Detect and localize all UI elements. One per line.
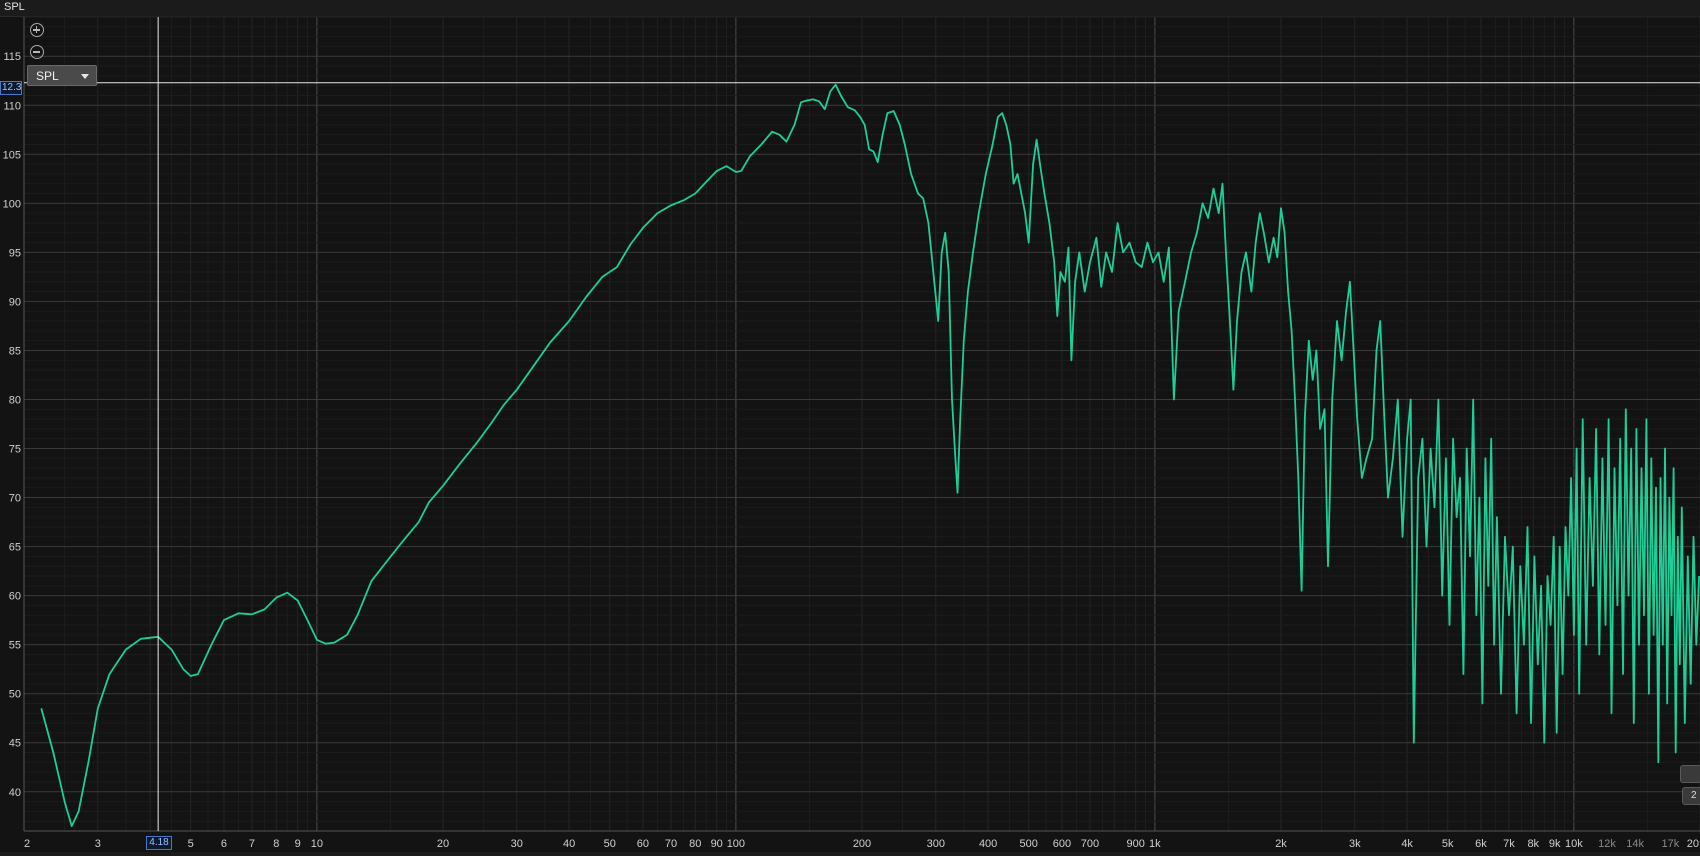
- x-tick-label: 40: [563, 838, 575, 850]
- x-tick-label: 10k: [1565, 838, 1583, 850]
- x-tick-label: 9: [295, 838, 301, 850]
- x-tick-label: 5k: [1442, 838, 1454, 850]
- y-tick-label: 65: [9, 542, 21, 554]
- zoom-out-icon[interactable]: [30, 45, 44, 59]
- cursor-x-readout: 4.18: [146, 836, 172, 850]
- x-tick-label: 8: [273, 838, 279, 850]
- y-tick-label: 115: [3, 51, 21, 63]
- x-tick-label: 30: [511, 838, 523, 850]
- x-tick-label: 1k: [1149, 838, 1161, 850]
- y-tick-label: 60: [9, 591, 21, 603]
- x-tick-label: 700: [1081, 838, 1099, 850]
- y-tick-label: 80: [9, 394, 21, 406]
- x-tick-label: 90: [711, 838, 723, 850]
- y-tick-label: 95: [9, 247, 21, 259]
- x-tick-label: 17k: [1662, 838, 1680, 850]
- y-tick-label: 55: [9, 640, 21, 652]
- x-tick-label: 20: [437, 838, 449, 850]
- trace-select-value: SPL: [36, 69, 59, 83]
- x-tick-label: 300: [927, 838, 945, 850]
- trace-select-dropdown[interactable]: SPL: [27, 65, 97, 86]
- y-tick-label: 75: [9, 444, 21, 456]
- x-tick-label: 14k: [1626, 838, 1644, 850]
- y-tick-label: 90: [9, 296, 21, 308]
- x-tick-label: 4k: [1401, 838, 1413, 850]
- spl-graph-window: SPL 40 45 50 55 60 65 70 75 80 85 90 95 100 105 110 115…: [0, 0, 1700, 856]
- y-tick-label: 100: [3, 198, 21, 210]
- x-tick-label: 50: [604, 838, 616, 850]
- x-tick-label: 6k: [1475, 838, 1487, 850]
- zoom-in-icon[interactable]: [30, 23, 44, 37]
- x-tick-label: 900: [1127, 838, 1145, 850]
- spl-chart[interactable]: 40 45 50 55 60 65 70 75 80 85 90 95 100 105 110 115 2 3 5 6…: [0, 0, 1700, 856]
- y-tick-label: 40: [9, 787, 21, 799]
- x-tick-label: 80: [689, 838, 701, 850]
- y-tick-label: 45: [9, 738, 21, 750]
- x-tick-label: 400: [979, 838, 997, 850]
- x-tick-label: 2k: [1275, 838, 1287, 850]
- x-tick-label: 6: [221, 838, 227, 850]
- x-tick-label: 8k: [1527, 838, 1539, 850]
- y-tick-label: 85: [9, 345, 21, 357]
- chevron-down-icon: [81, 74, 89, 79]
- scale-handle-bottom[interactable]: 2: [1682, 787, 1700, 805]
- y-tick-label: 70: [9, 493, 21, 505]
- scale-handle-top[interactable]: [1680, 765, 1700, 783]
- x-tick-label: 7: [249, 838, 255, 850]
- x-tick-label: 7k: [1503, 838, 1515, 850]
- x-tick-label: 60: [637, 838, 649, 850]
- x-tick-label: 10: [311, 838, 323, 850]
- x-tick-label: 5: [188, 838, 194, 850]
- x-tick-label: 12k: [1598, 838, 1616, 850]
- x-tick-label: 600: [1053, 838, 1071, 850]
- x-tick-label: 20: [1687, 838, 1699, 850]
- status-strip: [0, 852, 1700, 856]
- y-tick-label: 50: [9, 689, 21, 701]
- cursor-y-readout: 12.3: [0, 81, 22, 95]
- x-tick-label: 9k: [1549, 838, 1561, 850]
- y-tick-label: 105: [3, 149, 21, 161]
- x-tick-label: 100: [727, 838, 745, 850]
- y-tick-label: 110: [3, 100, 21, 112]
- x-tick-label: 500: [1020, 838, 1038, 850]
- x-tick-label: 70: [665, 838, 677, 850]
- x-tick-label: 200: [853, 838, 871, 850]
- x-tick-label: 2: [24, 838, 30, 850]
- x-tick-label: 3: [95, 838, 101, 850]
- x-tick-label: 3k: [1349, 838, 1361, 850]
